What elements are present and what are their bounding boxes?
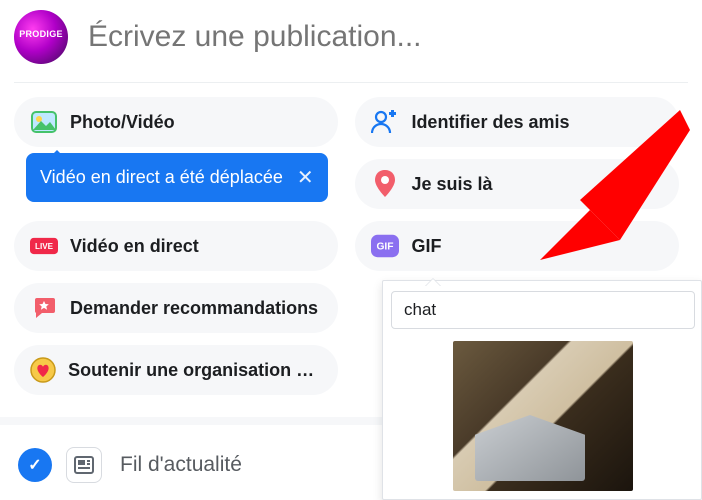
chip-label: Identifier des amis [411, 112, 569, 133]
tooltip-text: Vidéo en direct a été déplacée [40, 167, 283, 188]
tag-friends-icon [371, 108, 399, 136]
svg-text:GIF: GIF [377, 242, 394, 253]
chip-support-org[interactable]: Soutenir une organisation à b… [14, 345, 338, 395]
avatar[interactable] [14, 10, 68, 64]
photo-icon [30, 108, 58, 136]
chip-label: Photo/Vidéo [70, 112, 175, 133]
chip-location[interactable]: Je suis là [355, 159, 679, 209]
donate-heart-icon [30, 356, 56, 384]
gif-search-input[interactable] [391, 291, 695, 329]
chip-label: Demander recommandations [70, 298, 318, 319]
gif-icon: GIF [371, 232, 399, 260]
composer-row [0, 0, 702, 82]
svg-text:LIVE: LIVE [35, 242, 54, 251]
check-icon: ✓ [18, 448, 52, 482]
recommendation-icon [30, 294, 58, 322]
screenshot-canvas: Photo/Vidéo LIVE Vidéo en direct Demande… [0, 0, 702, 500]
chip-label: GIF [411, 236, 441, 257]
live-icon: LIVE [30, 232, 58, 260]
chip-gif[interactable]: GIF GIF [355, 221, 679, 271]
chip-label: Vidéo en direct [70, 236, 199, 257]
chip-photo-video[interactable]: Photo/Vidéo [14, 97, 338, 147]
gif-result-thumbnail[interactable] [453, 341, 633, 491]
chip-label: Je suis là [411, 174, 492, 195]
gif-picker-popover [382, 280, 702, 500]
chip-label: Soutenir une organisation à b… [68, 360, 321, 381]
tooltip-live-moved: Vidéo en direct a été déplacée ✕ [26, 153, 328, 202]
location-pin-icon [371, 170, 399, 198]
composer-input[interactable] [86, 19, 688, 55]
chip-live-video[interactable]: LIVE Vidéo en direct [14, 221, 338, 271]
chip-ask-recommendations[interactable]: Demander recommandations [14, 283, 338, 333]
destination-label: Fil d'actualité [120, 453, 242, 477]
close-icon[interactable]: ✕ [297, 165, 314, 190]
newsfeed-icon [66, 447, 102, 483]
chip-tag-friends[interactable]: Identifier des amis [355, 97, 679, 147]
